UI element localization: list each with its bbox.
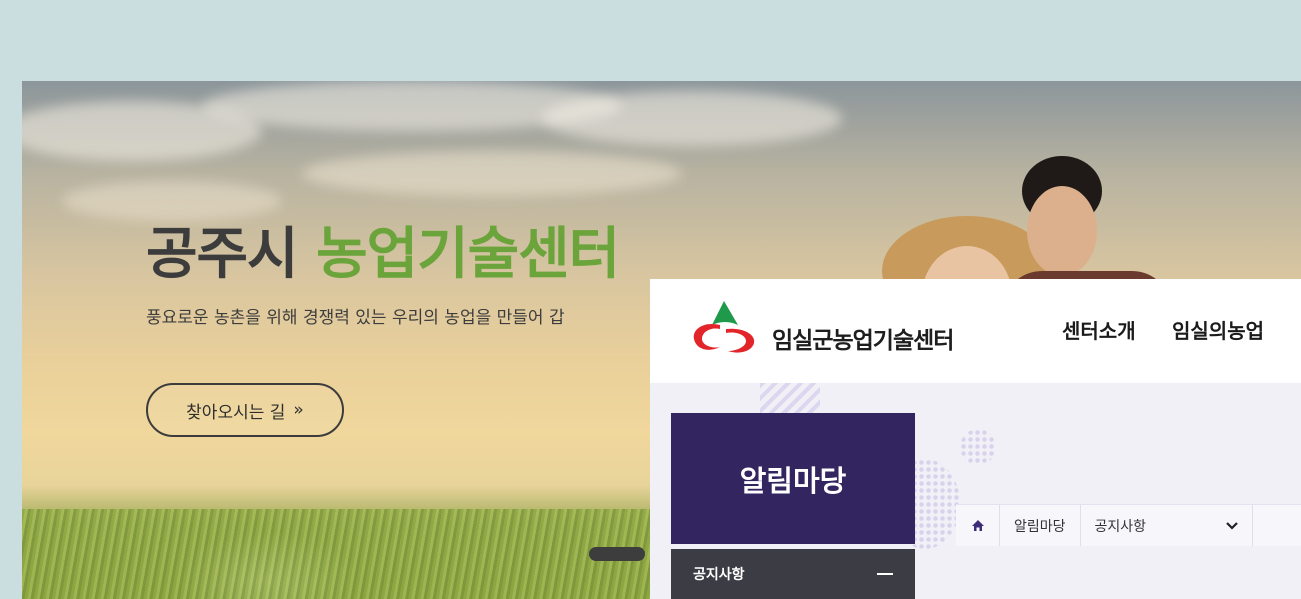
breadcrumb: 알림마당 공지사항: [956, 504, 1301, 546]
directions-button[interactable]: 찾아오시는 길 »: [146, 383, 344, 437]
dots-decoration: [960, 429, 996, 465]
slider-pager[interactable]: [589, 547, 645, 561]
overlay-page: 임실군농업기술센터 센터소개 임실의농업 알림마당 공지사항 알림마당 공지사항: [650, 279, 1301, 599]
hero-title-center: 농업기술센터: [316, 222, 620, 287]
nav-center-intro[interactable]: 센터소개: [1062, 315, 1136, 344]
sidebar-title: 알림마당: [671, 413, 915, 544]
logo-icon[interactable]: [690, 299, 758, 357]
cloud-shape: [302, 151, 682, 196]
nav-imsil-agriculture[interactable]: 임실의농업: [1172, 315, 1264, 344]
hero-subtitle: 풍요로운 농촌을 위해 경쟁력 있는 우리의 농업을 만들어 갑: [146, 308, 565, 328]
minus-icon[interactable]: [877, 573, 893, 575]
hero-title-city: 공주시: [146, 222, 299, 287]
site-logo-text[interactable]: 임실군농업기술센터: [772, 321, 954, 355]
cloud-shape: [542, 91, 842, 146]
breadcrumb-current-select[interactable]: 공지사항: [1081, 505, 1253, 546]
breadcrumb-section[interactable]: 알림마당: [1000, 505, 1081, 546]
site-header: 임실군농업기술센터 센터소개 임실의농업: [650, 279, 1301, 383]
breadcrumb-current-label: 공지사항: [1094, 518, 1147, 535]
chevron-down-icon: [1225, 521, 1238, 530]
double-chevron-right-icon: »: [293, 400, 304, 420]
directions-button-label: 찾아오시는 길: [186, 402, 286, 423]
home-icon[interactable]: [956, 505, 1000, 546]
hatch-decoration: [760, 383, 820, 413]
sidebar-item-label: 공지사항: [693, 567, 745, 583]
man-face: [1027, 186, 1097, 276]
sidebar-item-notice[interactable]: 공지사항: [671, 549, 915, 599]
hero-title: 공주시 농업기술센터: [146, 209, 620, 290]
